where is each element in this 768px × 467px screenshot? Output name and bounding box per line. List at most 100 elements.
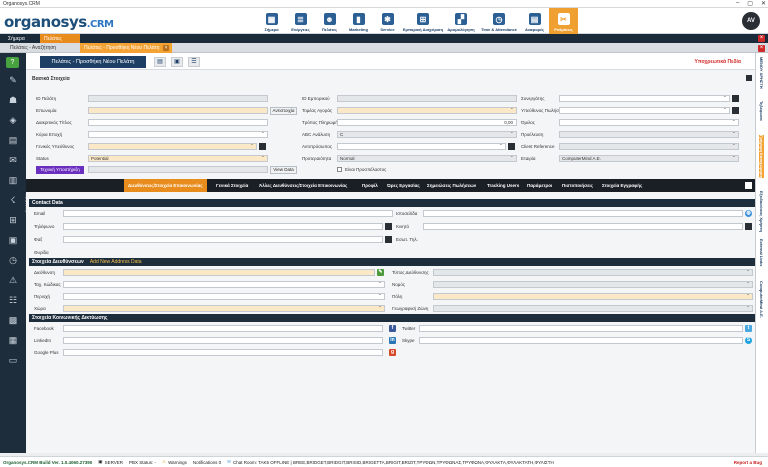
market-segment-select[interactable] (337, 107, 517, 114)
server-status[interactable]: SERVER (105, 460, 123, 465)
user-specializations-label[interactable]: Εξειδικεύσεις Χρήστη (759, 191, 764, 232)
salesman-lookup-button[interactable] (732, 107, 739, 114)
close-tab-icon[interactable]: × (163, 45, 169, 51)
menu-routing[interactable]: ▞ Δρομολόγηση (444, 8, 478, 34)
tab-sales-notes[interactable]: Σημειώσεις Πωλήσεων (427, 179, 476, 192)
menu-marketing[interactable]: ▮ Marketing (344, 8, 373, 34)
maximize-button[interactable]: ▢ (747, 0, 753, 7)
close-window-button[interactable]: ✕ (761, 0, 766, 7)
collapse-icon[interactable] (746, 75, 752, 81)
org-chart-icon[interactable]: ☷ (7, 295, 19, 306)
company-select[interactable]: ComputerMind A.E. (559, 155, 739, 162)
report-bug-link[interactable]: Report a Bug (734, 460, 762, 465)
shield-icon[interactable]: ◈ (7, 115, 19, 126)
save-icon[interactable]: ▤ (154, 57, 166, 67)
abc-select[interactable]: C (337, 131, 517, 138)
clock-icon[interactable]: ◷ (7, 255, 19, 266)
payment-field[interactable]: 0,00 (337, 119, 517, 126)
minimize-button[interactable]: – (736, 0, 739, 7)
client-ref-select[interactable] (559, 143, 739, 150)
menu-customers[interactable]: ☻ Πελάτες (315, 8, 344, 34)
grid-icon[interactable]: ▦ (7, 335, 19, 346)
menu-today[interactable]: ▦ Σήμερα (257, 8, 286, 34)
subtabs-collapse-icon[interactable] (745, 182, 752, 189)
linkedin-icon[interactable]: in (389, 337, 396, 344)
tab-other-addresses[interactable]: Άλλες Διευθύνσεις/Στοιχεία Επικοινωνίας (259, 179, 347, 192)
view-data-button[interactable]: View Data (270, 166, 297, 174)
skype-icon[interactable]: S (745, 337, 752, 344)
people-icon[interactable]: ☗ (7, 95, 19, 106)
menu-commercial[interactable]: ⊞ Εμπορική Διαχείριση (402, 8, 444, 34)
mail-icon[interactable]: ✉ (7, 155, 19, 166)
tab-working-hours[interactable]: Ώρες Εργασίας (387, 179, 420, 192)
tab-general-info[interactable]: Γενικά Στοιχεία (216, 179, 248, 192)
save-close-icon[interactable]: ▣ (171, 57, 183, 67)
twitter-field[interactable] (419, 325, 743, 332)
mobile-call-button[interactable] (745, 223, 752, 230)
tab-customers[interactable]: Πελάτες (40, 34, 80, 43)
menu-actions[interactable]: ≣ Ενέργειες (286, 8, 315, 34)
tab-customer-search[interactable]: Πελάτες - Αναζήτηση (6, 43, 60, 53)
hierarchy-icon[interactable]: ⊞ (7, 215, 19, 226)
menu-service[interactable]: ✱ Service (373, 8, 402, 34)
map-pin-icon[interactable]: ✎ (377, 269, 384, 276)
salesman-select[interactable] (559, 107, 730, 114)
manager-lookup-button[interactable] (259, 143, 266, 150)
is-prospect-checkbox[interactable] (337, 167, 342, 172)
pbx-status[interactable]: PBX Status: - (129, 460, 156, 465)
website-field[interactable] (423, 210, 743, 217)
menu-settings[interactable]: ✂ Ρυθμίσεις (549, 8, 578, 34)
clipboard-icon[interactable]: ▣ (7, 235, 19, 246)
tab-new-customer[interactable]: Πελάτες - Προσθήκη Νέου Πελάτη (80, 43, 172, 53)
globe-icon[interactable]: ◍ (745, 210, 752, 217)
prefecture-select[interactable] (433, 281, 753, 288)
group-select[interactable] (559, 119, 739, 126)
check-button[interactable]: Αντιστοιχία (270, 107, 297, 115)
tab-profile[interactable]: Προφίλ (362, 179, 378, 192)
company-label[interactable]: ComputerMind A.E. (759, 281, 764, 318)
phone-call-button[interactable] (385, 223, 392, 230)
skype-field[interactable] (419, 337, 743, 344)
help-icon[interactable]: ? (6, 57, 19, 68)
wrench-icon[interactable]: ✎ (7, 75, 19, 86)
tab-today[interactable]: Σήμερα (4, 34, 29, 43)
googleplus-field[interactable] (63, 349, 383, 356)
agent-select[interactable] (337, 143, 506, 150)
close-module-icon[interactable]: × (758, 35, 765, 42)
notifications-status[interactable]: Notifications 0 (193, 460, 221, 465)
zip-select[interactable] (63, 281, 385, 288)
partner-lookup-button[interactable] (732, 95, 739, 102)
chat-icon[interactable]: ▭ (7, 355, 19, 366)
close-page-icon[interactable]: × (758, 45, 765, 52)
trade-name-field[interactable] (88, 119, 268, 126)
qr-code-icon[interactable]: ▩ (7, 315, 19, 326)
phone-field[interactable] (63, 223, 383, 230)
tab-parameters[interactable]: Παράμετροι (527, 179, 552, 192)
source-select[interactable] (559, 131, 739, 138)
linkedin-field[interactable] (63, 337, 383, 344)
main-activity-select[interactable] (88, 131, 268, 138)
warning-icon[interactable]: ⚠ (7, 275, 19, 286)
partner-select[interactable] (559, 95, 730, 102)
status-select[interactable]: Potential (88, 155, 268, 162)
add-address-link[interactable]: Add New Address Data (90, 259, 142, 265)
country-select[interactable] (63, 305, 385, 312)
agent-lookup-button[interactable] (508, 143, 515, 150)
priority-select[interactable]: Normal (337, 155, 517, 162)
twitter-icon[interactable]: t (745, 325, 752, 332)
area-select[interactable] (63, 293, 385, 300)
facebook-field[interactable] (63, 325, 383, 332)
quick-entry-label[interactable]: Γρήγορη Καταχώρηση (759, 135, 764, 179)
email-field[interactable] (63, 210, 393, 217)
geo-zone-select[interactable] (433, 305, 753, 312)
tech-support-button[interactable]: Τεχνική Υποστήριξη (36, 166, 84, 174)
chat-room-status[interactable]: Chat Room: TAK5 OFFLINE | BREE,BRIDGET,B… (233, 460, 554, 465)
fax-field[interactable] (63, 236, 383, 243)
general-manager-select[interactable] (88, 143, 257, 150)
fax-button[interactable] (385, 236, 392, 243)
googleplus-icon[interactable]: g (389, 349, 396, 356)
run-icon[interactable]: ☇ (7, 195, 19, 206)
list-view-icon[interactable]: ☰ (188, 57, 200, 67)
city-select[interactable] (433, 293, 753, 300)
tab-addresses-contact[interactable]: Διευθύνσεις/Στοιχεία Επικοινωνίας (124, 179, 207, 192)
